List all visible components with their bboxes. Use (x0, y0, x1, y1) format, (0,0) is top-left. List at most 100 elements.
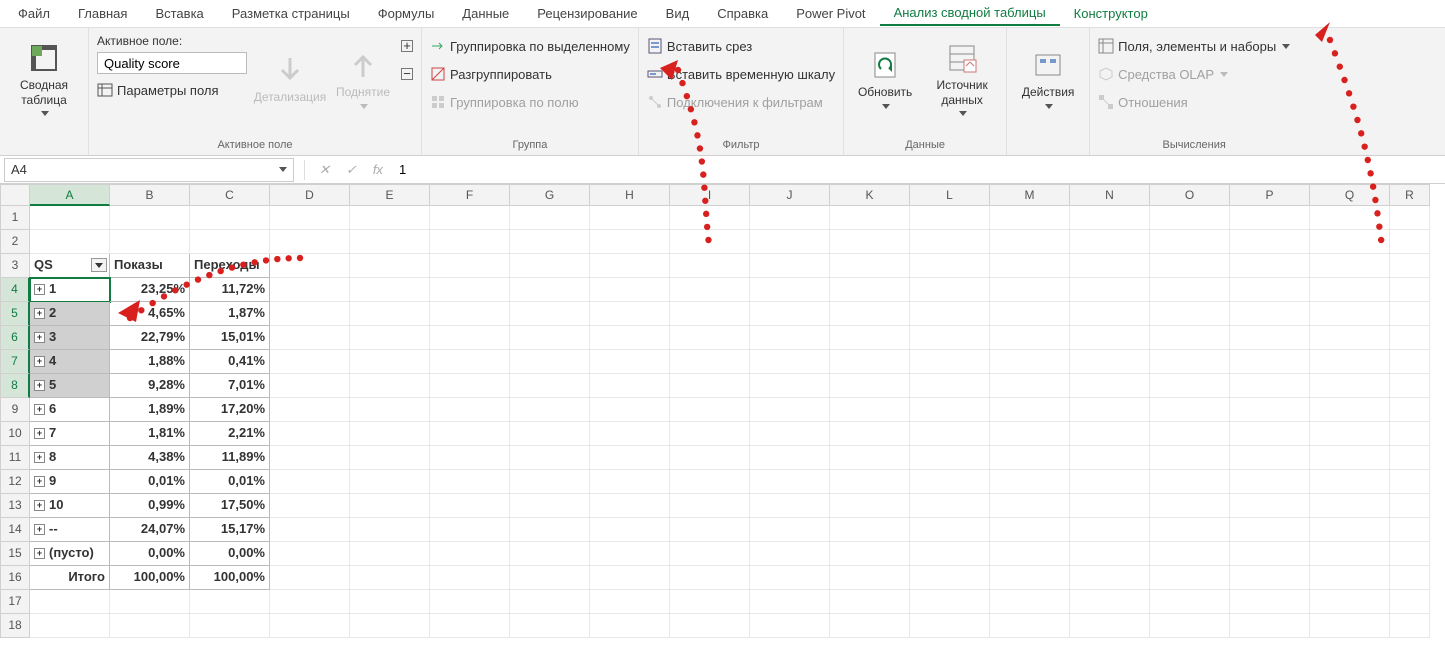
cell[interactable] (270, 326, 350, 350)
expand-icon[interactable]: + (34, 380, 45, 391)
cell[interactable] (1390, 230, 1430, 254)
cell[interactable] (830, 254, 910, 278)
cell[interactable] (350, 326, 430, 350)
cell[interactable] (1310, 590, 1390, 614)
cell[interactable] (510, 230, 590, 254)
field-params-button[interactable]: Параметры поля (97, 78, 247, 102)
cell[interactable] (30, 206, 110, 230)
column-header[interactable]: G (510, 184, 590, 206)
cell[interactable] (510, 470, 590, 494)
cell[interactable]: +6 (30, 398, 110, 422)
cell[interactable] (190, 614, 270, 638)
cell[interactable] (1070, 278, 1150, 302)
column-header[interactable]: P (1230, 184, 1310, 206)
cell[interactable] (590, 326, 670, 350)
cell[interactable] (830, 350, 910, 374)
cell[interactable] (750, 326, 830, 350)
cell[interactable] (910, 422, 990, 446)
cell[interactable] (110, 590, 190, 614)
expand-icon[interactable]: + (34, 356, 45, 367)
cell[interactable]: +1 (30, 278, 110, 302)
cell[interactable] (590, 614, 670, 638)
cell[interactable] (910, 566, 990, 590)
expand-icon[interactable]: + (34, 428, 45, 439)
cell[interactable] (110, 230, 190, 254)
cell[interactable] (510, 350, 590, 374)
cell[interactable] (830, 398, 910, 422)
cell[interactable] (1070, 230, 1150, 254)
cell[interactable] (670, 614, 750, 638)
cell[interactable] (1230, 206, 1310, 230)
cell[interactable]: +9 (30, 470, 110, 494)
cell[interactable]: 17,50% (190, 494, 270, 518)
cell[interactable] (830, 326, 910, 350)
cell[interactable] (990, 422, 1070, 446)
cell[interactable] (350, 206, 430, 230)
cell[interactable] (430, 254, 510, 278)
cell[interactable] (1310, 470, 1390, 494)
cell[interactable] (670, 350, 750, 374)
cell[interactable]: 0,01% (190, 470, 270, 494)
cell[interactable] (1390, 494, 1430, 518)
cell[interactable]: 2,21% (190, 422, 270, 446)
cell[interactable] (1230, 542, 1310, 566)
cell[interactable] (1390, 254, 1430, 278)
cell[interactable] (1070, 302, 1150, 326)
ungroup-button[interactable]: Разгруппировать (430, 62, 630, 86)
cell[interactable] (430, 326, 510, 350)
cell[interactable] (910, 518, 990, 542)
cell[interactable] (910, 302, 990, 326)
cell[interactable] (1390, 302, 1430, 326)
cell[interactable] (1150, 302, 1230, 326)
cell[interactable] (1150, 326, 1230, 350)
cell[interactable] (670, 230, 750, 254)
cell[interactable] (590, 566, 670, 590)
cell[interactable] (1150, 230, 1230, 254)
cell[interactable] (510, 566, 590, 590)
cell[interactable] (750, 350, 830, 374)
cell[interactable] (270, 350, 350, 374)
cell[interactable] (990, 590, 1070, 614)
cell[interactable] (1310, 494, 1390, 518)
row-header[interactable]: 18 (0, 614, 30, 638)
cell[interactable] (1390, 590, 1430, 614)
cell[interactable] (670, 542, 750, 566)
cell[interactable] (1310, 542, 1390, 566)
cell[interactable]: 15,01% (190, 326, 270, 350)
cell[interactable] (1150, 542, 1230, 566)
cell[interactable] (750, 254, 830, 278)
expand-icon[interactable]: + (34, 500, 45, 511)
cell[interactable] (510, 398, 590, 422)
cell[interactable]: Итого (30, 566, 110, 590)
cell[interactable] (830, 302, 910, 326)
cell[interactable] (1070, 470, 1150, 494)
cell[interactable] (350, 518, 430, 542)
cell[interactable] (430, 566, 510, 590)
cell[interactable] (1070, 326, 1150, 350)
cell[interactable] (1070, 614, 1150, 638)
cell[interactable] (1230, 350, 1310, 374)
cell[interactable]: 1,81% (110, 422, 190, 446)
cell[interactable] (350, 614, 430, 638)
expand-icon[interactable]: + (34, 332, 45, 343)
cell[interactable]: Показы (110, 254, 190, 278)
cell[interactable] (830, 206, 910, 230)
row-header[interactable]: 10 (0, 422, 30, 446)
column-header[interactable]: H (590, 184, 670, 206)
row-header[interactable]: 9 (0, 398, 30, 422)
cell[interactable] (270, 518, 350, 542)
cell[interactable] (270, 302, 350, 326)
menu-tab-конструктор[interactable]: Конструктор (1060, 2, 1162, 25)
expand-icon[interactable]: + (34, 476, 45, 487)
cell[interactable] (1310, 350, 1390, 374)
cell[interactable] (1310, 206, 1390, 230)
cell[interactable] (350, 350, 430, 374)
cell[interactable] (190, 206, 270, 230)
cell[interactable] (990, 470, 1070, 494)
cell[interactable] (1310, 398, 1390, 422)
cell[interactable] (990, 374, 1070, 398)
cell[interactable] (430, 302, 510, 326)
menu-tab-power-pivot[interactable]: Power Pivot (782, 2, 879, 25)
cell[interactable]: 7,01% (190, 374, 270, 398)
cell[interactable] (590, 302, 670, 326)
